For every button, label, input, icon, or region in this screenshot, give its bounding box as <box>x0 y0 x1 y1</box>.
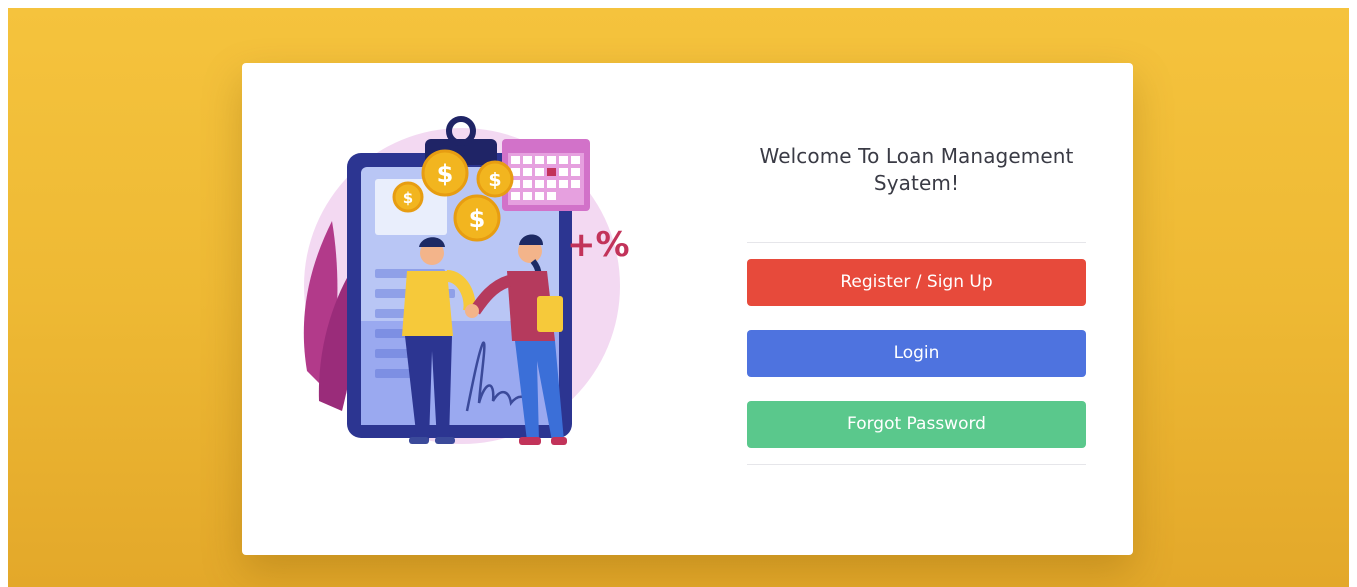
svg-text:$: $ <box>488 169 501 191</box>
divider-top <box>747 242 1086 243</box>
coin-icon: $ <box>392 181 424 213</box>
login-button[interactable]: Login <box>747 330 1086 377</box>
auth-panel: Welcome To Loan Management Syatem! Regis… <box>747 143 1086 465</box>
calendar-icon <box>502 139 590 211</box>
welcome-heading: Welcome To Loan Management Syatem! <box>747 143 1086 197</box>
page-background: $ $ $ $ +% Welcome To Loan Management Sy… <box>8 8 1349 587</box>
coin-icon: $ <box>453 194 501 242</box>
divider-bottom <box>747 464 1086 465</box>
coin-icon: $ <box>476 160 514 198</box>
svg-text:$: $ <box>403 189 413 207</box>
forgot-password-button[interactable]: Forgot Password <box>747 401 1086 448</box>
svg-text:$: $ <box>469 205 486 233</box>
handshake-icon <box>465 304 479 318</box>
coin-icon: $ <box>421 149 469 197</box>
percent-badge: +% <box>567 225 630 265</box>
welcome-line-1: Welcome To Loan Management <box>759 144 1074 168</box>
register-button[interactable]: Register / Sign Up <box>747 259 1086 306</box>
loan-agreement-illustration: $ $ $ $ +% <box>303 116 630 445</box>
svg-text:$: $ <box>437 160 454 188</box>
welcome-line-2: Syatem! <box>873 171 960 195</box>
login-card: $ $ $ $ +% Welcome To Loan Management Sy… <box>242 63 1133 555</box>
